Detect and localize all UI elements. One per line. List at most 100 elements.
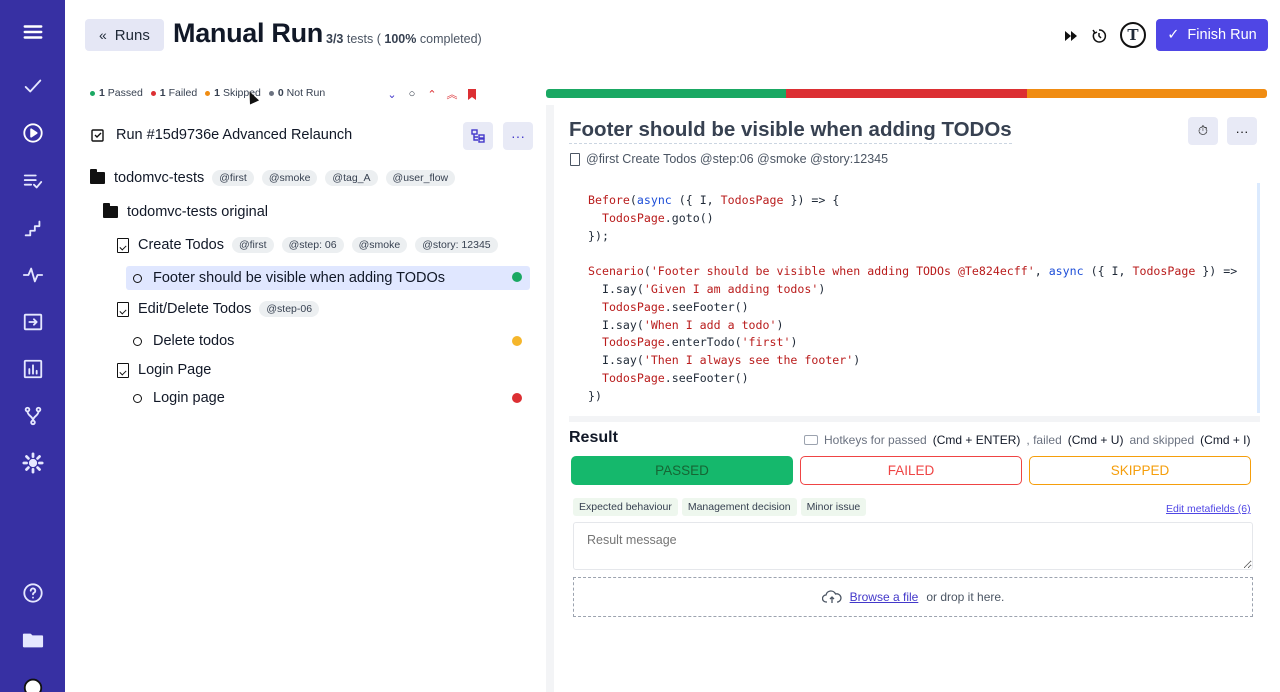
metafield-chip[interactable]: Expected behaviour bbox=[573, 498, 678, 516]
dots-icon: ··· bbox=[511, 128, 525, 144]
tag: @story: 12345 bbox=[415, 237, 498, 253]
result-message-input[interactable] bbox=[573, 522, 1253, 570]
branch-icon[interactable] bbox=[0, 398, 65, 434]
play-circle-icon[interactable] bbox=[0, 115, 65, 151]
chevron-up-icon[interactable]: ⌃ bbox=[426, 87, 438, 101]
test-subline: @first Create Todos @step:06 @smoke @sto… bbox=[570, 152, 888, 166]
progress-bar bbox=[546, 89, 1267, 98]
double-chevron-up-icon[interactable]: ︽ bbox=[446, 87, 458, 101]
runs-label: Runs bbox=[114, 26, 150, 44]
hotkeys-prefix: Hotkeys for passed bbox=[824, 433, 927, 447]
list-check-icon[interactable] bbox=[0, 163, 65, 199]
timer-button[interactable]: ⏱ bbox=[1188, 117, 1218, 145]
metafield-chips: Expected behaviour Management decision M… bbox=[573, 498, 867, 516]
file-check-icon bbox=[117, 237, 129, 253]
bookmark-icon[interactable] bbox=[466, 87, 478, 101]
filter-failed[interactable]: 1 Failed bbox=[150, 87, 197, 99]
steps-icon[interactable] bbox=[0, 210, 65, 246]
passed-button[interactable]: PASSED bbox=[571, 456, 793, 485]
passed-dot bbox=[90, 90, 95, 96]
gear-icon[interactable] bbox=[0, 445, 65, 481]
skipped-status-icon bbox=[512, 336, 522, 346]
testomat-logo[interactable]: T bbox=[1120, 22, 1146, 48]
metafield-chip[interactable]: Management decision bbox=[681, 498, 797, 516]
test-footer-visible[interactable]: Footer should be visible when adding TOD… bbox=[133, 270, 445, 286]
folder-icon bbox=[103, 203, 118, 218]
edit-metafields-link[interactable]: Edit metafields (6) bbox=[1166, 503, 1251, 515]
skipped-dot bbox=[205, 90, 211, 96]
tag: @step: 06 bbox=[281, 237, 344, 253]
fast-forward-icon[interactable] bbox=[1059, 24, 1083, 48]
menu-icon[interactable] bbox=[0, 14, 65, 50]
stopwatch-icon: ⏱ bbox=[1197, 123, 1209, 138]
logo-icon[interactable] bbox=[0, 668, 65, 692]
tag: @smoke bbox=[261, 170, 318, 186]
file-check-icon bbox=[117, 362, 129, 378]
bar-chart-icon[interactable] bbox=[0, 351, 65, 387]
hotkeys-sep: , failed bbox=[1026, 433, 1062, 447]
chevron-down-icon[interactable]: ⌄ bbox=[386, 87, 398, 101]
test-label: Login page bbox=[153, 390, 225, 406]
skipped-button[interactable]: SKIPPED bbox=[1029, 456, 1251, 485]
test-circle-icon bbox=[133, 273, 142, 283]
progress-segment-failed bbox=[786, 89, 1027, 98]
timer-icon[interactable] bbox=[1087, 24, 1111, 48]
file-create-todos[interactable]: Create Todos @first @step: 06 @smoke @st… bbox=[117, 237, 498, 253]
file-check-icon bbox=[117, 301, 129, 317]
test-login-page[interactable]: Login page bbox=[133, 390, 225, 406]
test-more-button[interactable]: ··· bbox=[1227, 117, 1257, 145]
summary-completed: completed) bbox=[419, 32, 482, 46]
run-label: Run #15d9736e Advanced Relaunch bbox=[116, 127, 353, 143]
filter-passed[interactable]: 1 Passed bbox=[90, 87, 143, 99]
pulse-icon[interactable] bbox=[0, 257, 65, 293]
tree-icon bbox=[471, 129, 485, 143]
test-delete-todos[interactable]: Delete todos bbox=[133, 333, 234, 349]
file-edit-delete-todos[interactable]: Edit/Delete Todos @step-06 bbox=[117, 301, 320, 317]
help-icon[interactable] bbox=[0, 575, 65, 611]
test-label: Footer should be visible when adding TOD… bbox=[153, 270, 446, 286]
file-label: Login Page bbox=[138, 362, 212, 378]
finish-run-button[interactable]: ✓ Finish Run bbox=[1156, 19, 1268, 51]
test-title: Footer should be visible when adding TOD… bbox=[569, 118, 1012, 144]
summary-count: 3/3 bbox=[326, 32, 344, 46]
checkmark-icon[interactable] bbox=[0, 68, 65, 104]
file-drop-zone[interactable]: Browse a file or drop it here. bbox=[573, 577, 1253, 617]
logo-letter: T bbox=[1127, 26, 1139, 44]
summary-percent: 100% bbox=[384, 32, 417, 46]
more-options-button[interactable]: ··· bbox=[503, 122, 533, 150]
filter-icons: ⌄ ○ ⌃ ︽ bbox=[386, 87, 478, 101]
code-block: Before(async ({ I, TodosPage }) => { Tod… bbox=[569, 183, 1260, 413]
circle-icon[interactable]: ○ bbox=[406, 87, 418, 101]
document-icon bbox=[570, 152, 580, 166]
import-icon[interactable] bbox=[0, 304, 65, 340]
tag: @first bbox=[231, 237, 274, 253]
tree-view-button[interactable] bbox=[463, 122, 493, 150]
suite-root[interactable]: todomvc-tests @first @smoke @tag_A @user… bbox=[90, 169, 456, 186]
finish-run-label: Finish Run bbox=[1187, 27, 1257, 43]
tag: @first bbox=[212, 170, 254, 186]
run-list-icon bbox=[91, 129, 104, 142]
browse-file-link[interactable]: Browse a file bbox=[850, 590, 919, 604]
folder-icon bbox=[90, 169, 105, 184]
cloud-upload-icon bbox=[821, 590, 842, 603]
code-resize-handle[interactable] bbox=[569, 416, 1260, 422]
pane-divider[interactable] bbox=[546, 105, 554, 692]
hotkey-fail: (Cmd + U) bbox=[1067, 433, 1124, 447]
double-chevron-left-icon: « bbox=[99, 27, 107, 43]
folder-icon[interactable] bbox=[0, 622, 65, 658]
filter-not-run[interactable]: 0 Not Run bbox=[268, 87, 325, 99]
runs-back-button[interactable]: « Runs bbox=[85, 19, 164, 51]
suite-sub[interactable]: todomvc-tests original bbox=[103, 203, 268, 220]
tag: @smoke bbox=[351, 237, 408, 253]
metafield-chip[interactable]: Minor issue bbox=[800, 498, 867, 516]
page-title: Manual Run bbox=[173, 18, 323, 48]
file-label: Edit/Delete Todos bbox=[138, 301, 252, 317]
test-circle-icon bbox=[133, 336, 142, 346]
file-login-page[interactable]: Login Page bbox=[117, 362, 211, 378]
check-icon: ✓ bbox=[1167, 27, 1180, 43]
tag: @tag_A bbox=[325, 170, 378, 186]
hotkey-skip: (Cmd + I) bbox=[1200, 433, 1251, 447]
test-label: Delete todos bbox=[153, 333, 235, 349]
progress-segment-skipped bbox=[1026, 89, 1267, 98]
failed-button[interactable]: FAILED bbox=[800, 456, 1022, 485]
